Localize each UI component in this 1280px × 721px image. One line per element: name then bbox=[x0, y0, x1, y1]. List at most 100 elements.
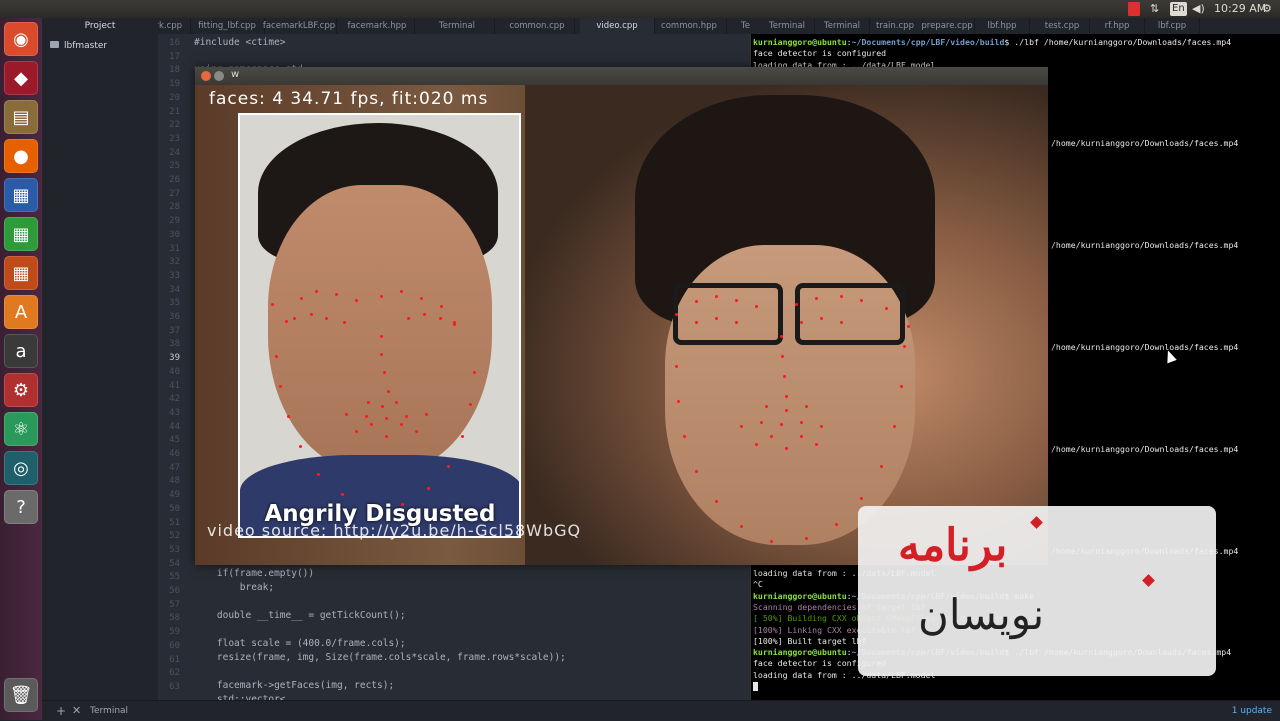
tab-common-cpp[interactable]: common.cpp bbox=[500, 18, 575, 34]
landmark-point bbox=[800, 321, 803, 324]
trash-icon[interactable]: 🗑 bbox=[4, 678, 38, 712]
tab-terminal[interactable]: Terminal bbox=[420, 18, 495, 34]
tab-terminal[interactable]: Terminal bbox=[815, 18, 870, 34]
tab-terminal[interactable]: Terminal bbox=[760, 18, 815, 34]
terminal-output-path: /home/kurnianggoro/Downloads/faces.mp4 bbox=[1051, 240, 1239, 250]
line-number: 27 bbox=[169, 188, 180, 199]
terminal-output: [100%] Built target lbf bbox=[753, 635, 867, 646]
line-number: 59 bbox=[169, 627, 180, 638]
calc-icon[interactable]: ▦ bbox=[4, 217, 38, 251]
software-center-icon[interactable]: A bbox=[4, 295, 38, 329]
terminal-prompt-user: kurnianggoro@ubuntu bbox=[753, 37, 847, 47]
files-icon[interactable]: ▤ bbox=[4, 100, 38, 134]
settings-icon[interactable]: ⚙ bbox=[4, 373, 38, 407]
code-line: facemark->getFaces(img, rects); bbox=[194, 680, 395, 691]
minimize-window-icon[interactable] bbox=[214, 71, 224, 81]
landmark-point bbox=[677, 400, 680, 403]
network-icon[interactable]: ⇅ bbox=[1150, 2, 1159, 16]
volume-icon[interactable]: ◀) bbox=[1192, 2, 1205, 16]
landmark-point bbox=[755, 305, 758, 308]
landmark-point bbox=[715, 500, 718, 503]
landmark-point bbox=[380, 295, 383, 298]
tab-lbf-cpp[interactable]: lbf.cpp bbox=[1145, 18, 1200, 34]
landmark-point bbox=[400, 290, 403, 293]
impress-icon[interactable]: ▦ bbox=[4, 256, 38, 290]
tab-rf-hpp[interactable]: rf.hpp bbox=[1090, 18, 1145, 34]
line-number: 63 bbox=[169, 681, 180, 692]
landmark-point bbox=[325, 317, 328, 320]
close-window-icon[interactable] bbox=[201, 71, 211, 81]
landmark-point bbox=[715, 295, 718, 298]
line-number: 35 bbox=[169, 298, 180, 309]
tab-prepare-cpp[interactable]: prepare.cpp bbox=[920, 18, 975, 34]
landmark-point bbox=[395, 401, 398, 404]
line-number: 53 bbox=[169, 544, 180, 555]
landmark-point bbox=[783, 375, 786, 378]
landmark-point bbox=[293, 317, 296, 320]
landmark-point bbox=[287, 415, 290, 418]
video-window-titlebar[interactable]: w bbox=[195, 67, 1048, 85]
add-terminal-button[interactable]: + bbox=[56, 704, 66, 718]
tab-video-cpp[interactable]: video.cpp bbox=[580, 18, 655, 34]
landmark-point bbox=[885, 307, 888, 310]
line-number: 22 bbox=[169, 120, 180, 131]
update-notice[interactable]: 1 update bbox=[1232, 706, 1272, 716]
writer-icon[interactable]: ▦ bbox=[4, 178, 38, 212]
tab-train-cpp[interactable]: train.cpp bbox=[868, 18, 923, 34]
ruby-app-icon[interactable]: ◆ bbox=[4, 61, 38, 95]
landmark-point bbox=[345, 413, 348, 416]
landmark-point bbox=[383, 371, 386, 374]
video-window[interactable]: w faces: 4 34.71 fps, fit:020 ms Angrily… bbox=[195, 67, 1048, 565]
landmark-point bbox=[840, 321, 843, 324]
landmark-point bbox=[815, 443, 818, 446]
tab-common-hpp[interactable]: common.hpp bbox=[652, 18, 727, 34]
landmark-point bbox=[385, 435, 388, 438]
tab-fitting-lbf-cpp[interactable]: fitting_lbf.cpp bbox=[190, 18, 265, 34]
line-number: 54 bbox=[169, 558, 180, 569]
line-number: 19 bbox=[169, 79, 180, 90]
record-indicator-icon[interactable] bbox=[1128, 2, 1140, 16]
firefox-icon[interactable]: ● bbox=[4, 139, 38, 173]
tab-facemark-hpp[interactable]: facemark.hpp bbox=[340, 18, 415, 34]
terminal-line: face detector is configured bbox=[753, 48, 886, 59]
status-bar: + ✕ Terminal 1 update bbox=[42, 700, 1280, 721]
line-number: 47 bbox=[169, 462, 180, 473]
terminal-status-label[interactable]: Terminal bbox=[90, 706, 128, 716]
landmark-point bbox=[780, 335, 783, 338]
tree-folder-lbfmaster[interactable]: lbfmaster bbox=[50, 40, 107, 52]
landmark-point bbox=[355, 430, 358, 433]
landmark-point bbox=[805, 537, 808, 540]
keyboard-language-indicator[interactable]: En bbox=[1170, 2, 1187, 16]
line-number: 49 bbox=[169, 490, 180, 501]
atom-icon[interactable]: ⚛ bbox=[4, 412, 38, 446]
ubuntu-dash-icon[interactable]: ◉ bbox=[4, 22, 38, 56]
landmark-point bbox=[860, 497, 863, 500]
landmark-point bbox=[780, 423, 783, 426]
line-number: 52 bbox=[169, 531, 180, 542]
left-face-panel bbox=[238, 113, 521, 538]
session-gear-icon[interactable]: ⚙ bbox=[1262, 2, 1272, 16]
app-green-icon[interactable]: ◎ bbox=[4, 451, 38, 485]
terminal-output: ^C bbox=[753, 579, 763, 590]
line-number: 33 bbox=[169, 270, 180, 281]
landmark-point bbox=[315, 290, 318, 293]
code-line: resize(frame, img, Size(frame.cols*scale… bbox=[194, 652, 566, 663]
help-icon[interactable]: ? bbox=[4, 490, 38, 524]
editor-tab-bar-right: Terminal Terminal train.cpp prepare.cpp lbf.… bbox=[750, 18, 1280, 35]
line-number: 32 bbox=[169, 257, 180, 268]
logo-diamond bbox=[1142, 574, 1155, 587]
landmark-point bbox=[695, 300, 698, 303]
close-terminal-button[interactable]: ✕ bbox=[72, 704, 81, 717]
landmark-point bbox=[335, 293, 338, 296]
clock[interactable]: 10:29 AM bbox=[1214, 2, 1266, 16]
tab-lbf-hpp[interactable]: lbf.hpp bbox=[975, 18, 1030, 34]
terminal-output-path: /home/kurnianggoro/Downloads/faces.mp4 bbox=[1051, 342, 1239, 352]
amazon-icon[interactable]: a bbox=[4, 334, 38, 368]
landmark-point bbox=[473, 371, 476, 374]
terminal-cursor[interactable] bbox=[753, 681, 758, 692]
landmark-point bbox=[385, 417, 388, 420]
landmark-point bbox=[785, 409, 788, 412]
landmark-point bbox=[405, 415, 408, 418]
tab-facemarklbf-cpp[interactable]: facemarkLBF.cpp bbox=[262, 18, 337, 34]
tab-test-cpp[interactable]: test.cpp bbox=[1035, 18, 1090, 34]
